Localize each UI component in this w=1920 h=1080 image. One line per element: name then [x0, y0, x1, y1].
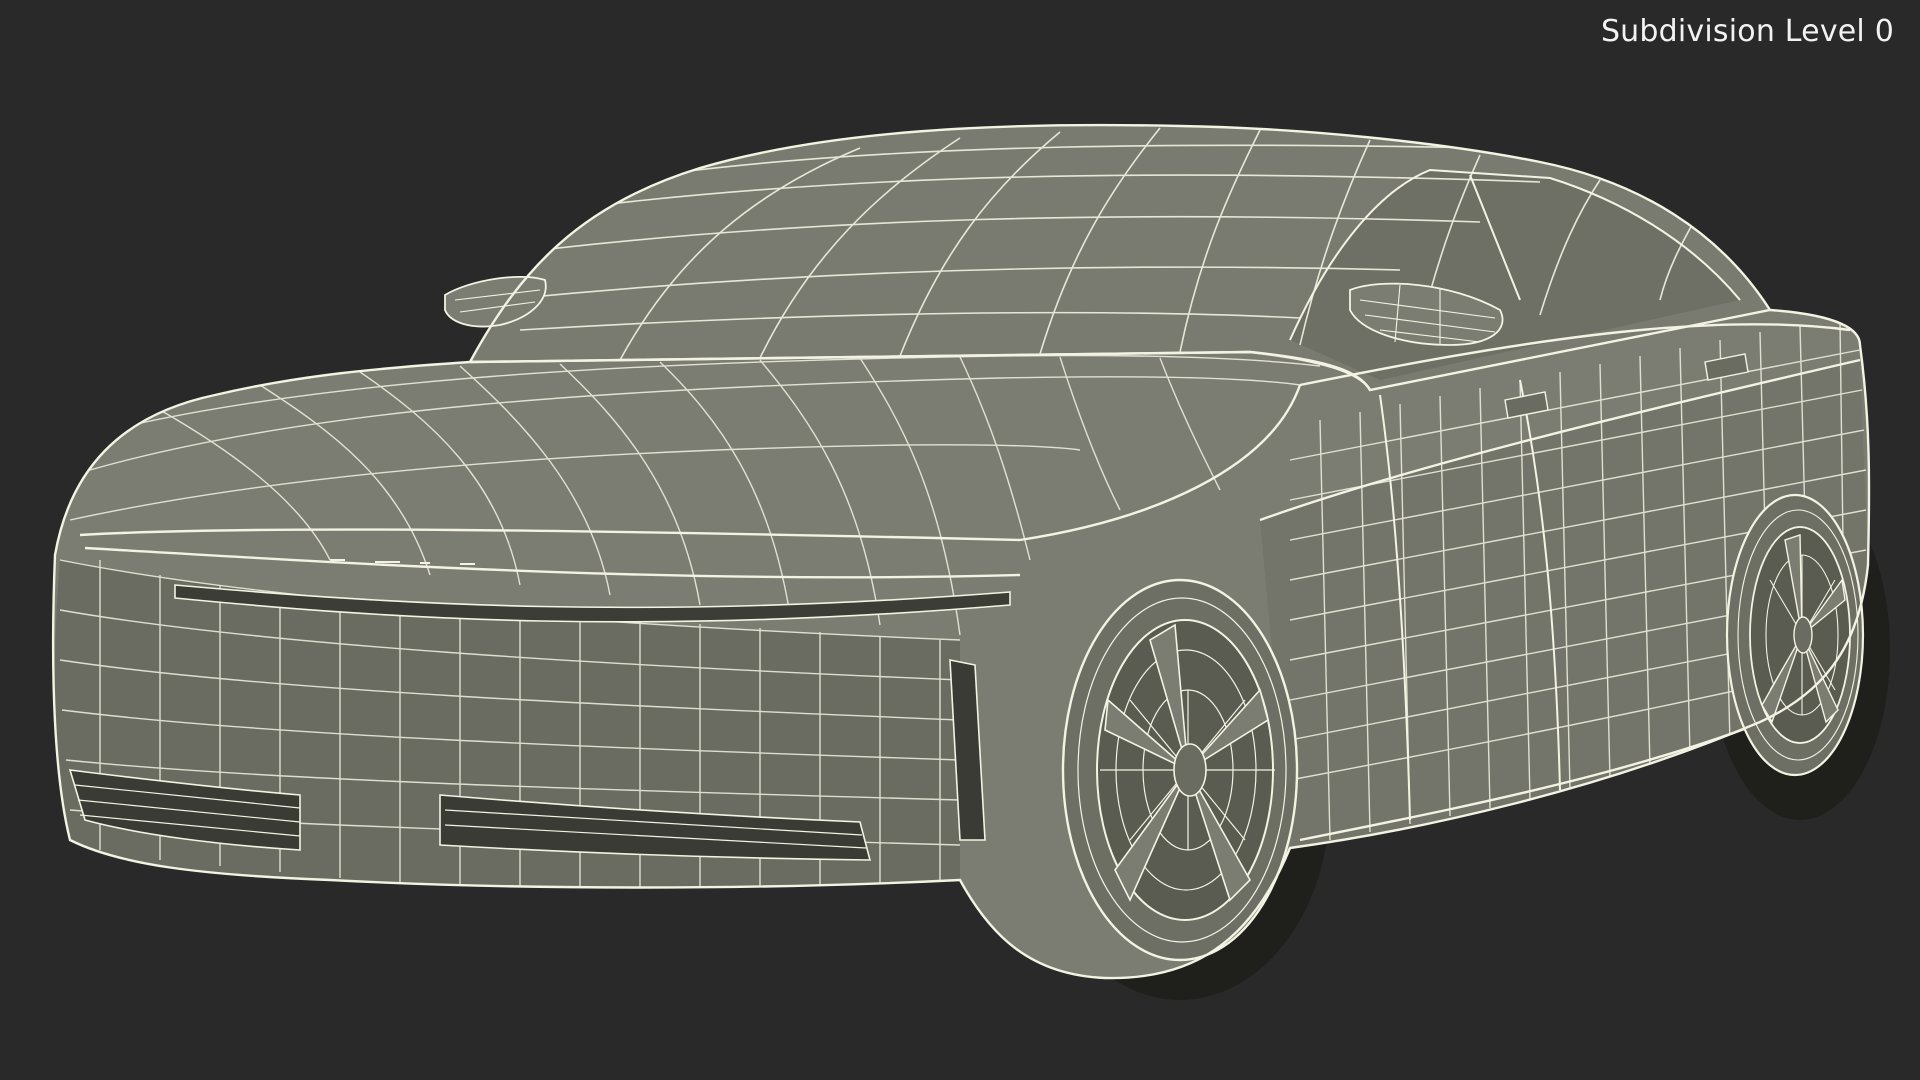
- subdivision-level-label: Subdivision Level 0: [1600, 14, 1894, 49]
- render-viewport: Subdivision Level 0: [0, 0, 1920, 1080]
- car-wireframe-model: [51, 123, 1890, 1000]
